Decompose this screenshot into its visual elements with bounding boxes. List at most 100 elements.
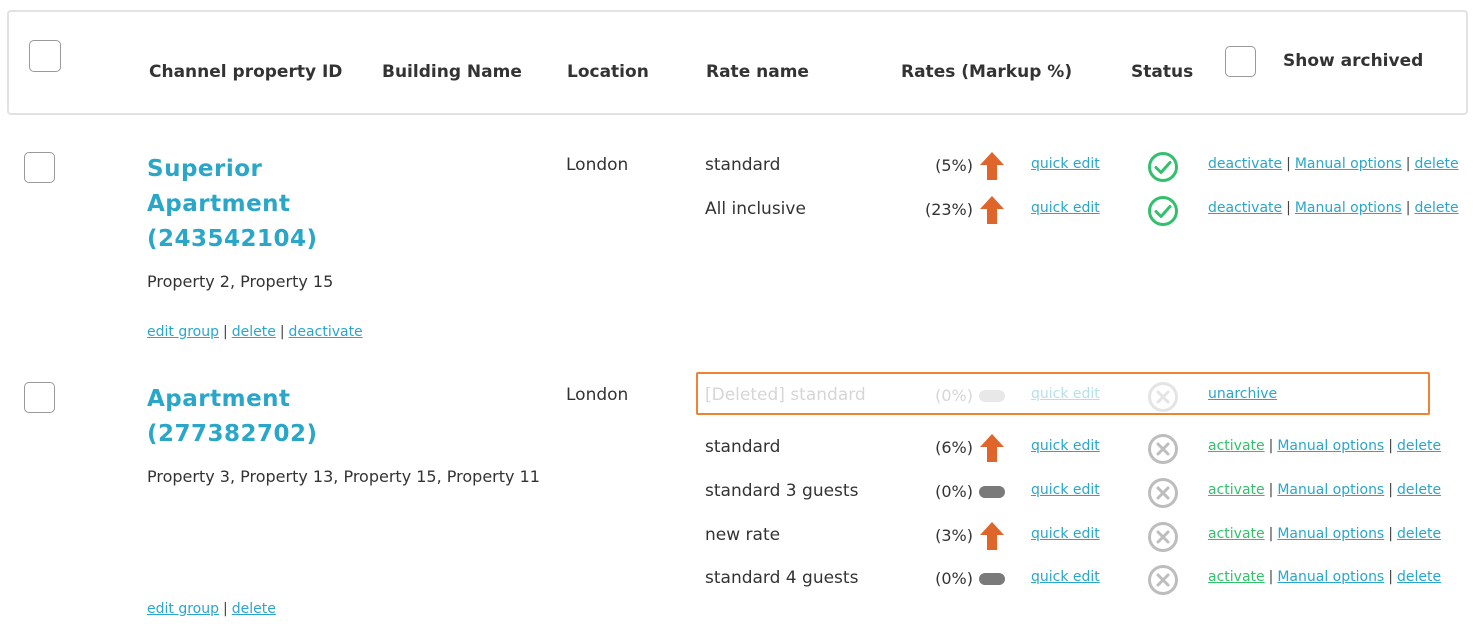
quick-edit-link[interactable]: quick edit bbox=[1031, 482, 1100, 498]
rate-row: standard 3 guests (0%) quick edit activa… bbox=[0, 476, 1473, 516]
up-arrow-icon bbox=[980, 196, 1004, 224]
activate-rate-link[interactable]: activate bbox=[1208, 569, 1265, 585]
delete-rate-link[interactable]: delete bbox=[1397, 482, 1441, 498]
rate-markup: (3%) bbox=[935, 526, 973, 545]
delete-rate-link[interactable]: delete bbox=[1397, 438, 1441, 454]
property-links: edit group | delete bbox=[147, 601, 276, 617]
rate-row: standard (6%) quick edit activate | Manual… bbox=[0, 432, 1473, 472]
neutral-pill-icon bbox=[979, 390, 1005, 402]
rate-name: standard 3 guests bbox=[705, 481, 859, 501]
col-header-channel-property-id: Channel property ID bbox=[149, 62, 343, 82]
rate-name: standard bbox=[705, 437, 781, 457]
up-arrow-icon bbox=[980, 522, 1004, 550]
col-header-status: Status bbox=[1131, 62, 1194, 82]
link-separator: | bbox=[1388, 569, 1393, 585]
deleted-x-icon bbox=[1148, 382, 1178, 412]
col-header-building-name: Building Name bbox=[382, 62, 522, 82]
rate-markup: (0%) bbox=[935, 386, 973, 405]
delete-link[interactable]: delete bbox=[232, 601, 276, 617]
rate-actions: activate | Manual options | delete bbox=[1208, 526, 1441, 542]
col-header-location: Location bbox=[567, 62, 649, 82]
inactive-x-icon[interactable] bbox=[1147, 564, 1179, 596]
link-separator: | bbox=[1388, 438, 1393, 454]
up-arrow-icon bbox=[980, 152, 1004, 180]
col-header-rate-name: Rate name bbox=[706, 62, 809, 82]
manual-options-link[interactable]: Manual options bbox=[1277, 482, 1384, 498]
quick-edit-link[interactable]: quick edit bbox=[1031, 569, 1100, 585]
rate-markup: (6%) bbox=[935, 438, 973, 457]
edit-group-link[interactable]: edit group bbox=[147, 324, 219, 340]
link-separator: | bbox=[1405, 156, 1411, 172]
link-separator: | bbox=[223, 601, 228, 617]
up-arrow-icon bbox=[980, 434, 1004, 462]
active-check-icon[interactable] bbox=[1147, 195, 1179, 227]
delete-rate-link[interactable]: delete bbox=[1414, 156, 1458, 172]
rate-name: new rate bbox=[705, 525, 781, 545]
link-separator: | bbox=[1286, 200, 1291, 216]
show-archived-checkbox[interactable] bbox=[1225, 46, 1256, 77]
quick-edit-link[interactable]: quick edit bbox=[1031, 156, 1100, 172]
link-separator: | bbox=[1286, 156, 1291, 172]
deactivate-rate-link[interactable]: deactivate bbox=[1208, 200, 1282, 216]
rate-markup: (23%) bbox=[924, 200, 973, 219]
link-separator: | bbox=[1268, 438, 1274, 454]
quick-edit-link[interactable]: quick edit bbox=[1031, 200, 1100, 216]
rate-markup: (0%) bbox=[935, 482, 973, 501]
table-header: Channel property ID Building Name Locati… bbox=[7, 10, 1468, 115]
delete-rate-link[interactable]: delete bbox=[1397, 569, 1441, 585]
inactive-x-icon[interactable] bbox=[1147, 433, 1179, 465]
delete-rate-link[interactable]: delete bbox=[1414, 200, 1458, 216]
quick-edit-link[interactable]: quick edit bbox=[1031, 386, 1100, 402]
link-separator: | bbox=[279, 324, 285, 340]
rate-actions: unarchive bbox=[1208, 386, 1277, 402]
activate-rate-link[interactable]: activate bbox=[1208, 526, 1265, 542]
activate-rate-link[interactable]: activate bbox=[1208, 438, 1265, 454]
inactive-x-icon[interactable] bbox=[1147, 521, 1179, 553]
select-all-checkbox[interactable] bbox=[29, 40, 61, 72]
link-separator: | bbox=[1268, 569, 1274, 585]
rate-actions: activate | Manual options | delete bbox=[1208, 569, 1441, 585]
rate-row: standard (5%) quick edit deactivate | Manu… bbox=[0, 150, 1473, 190]
activate-rate-link[interactable]: activate bbox=[1208, 482, 1265, 498]
unarchive-link[interactable]: unarchive bbox=[1208, 386, 1277, 402]
manual-options-link[interactable]: Manual options bbox=[1277, 438, 1384, 454]
rate-row: All inclusive (23%) quick edit deactivat… bbox=[0, 194, 1473, 234]
edit-group-link[interactable]: edit group bbox=[147, 601, 219, 617]
active-check-icon[interactable] bbox=[1147, 151, 1179, 183]
rate-row-deleted: [Deleted] standard (0%) quick edit unarc… bbox=[0, 380, 1473, 420]
link-separator: | bbox=[1268, 482, 1274, 498]
rate-row: standard 4 guests (0%) quick edit activa… bbox=[0, 563, 1473, 603]
delete-link[interactable]: delete bbox=[232, 324, 276, 340]
quick-edit-link[interactable]: quick edit bbox=[1031, 526, 1100, 542]
rate-actions: activate | Manual options | delete bbox=[1208, 482, 1441, 498]
property-links: edit group | delete | deactivate bbox=[147, 324, 363, 340]
neutral-pill-icon bbox=[979, 486, 1005, 498]
manual-options-link[interactable]: Manual options bbox=[1277, 569, 1384, 585]
link-separator: | bbox=[1268, 526, 1274, 542]
rate-name: All inclusive bbox=[705, 199, 806, 219]
quick-edit-link[interactable]: quick edit bbox=[1031, 438, 1100, 454]
rate-name: standard bbox=[705, 155, 781, 175]
rate-actions: deactivate | Manual options | delete bbox=[1208, 156, 1459, 172]
manual-options-link[interactable]: Manual options bbox=[1295, 200, 1402, 216]
show-archived-label: Show archived bbox=[1283, 51, 1424, 71]
delete-rate-link[interactable]: delete bbox=[1397, 526, 1441, 542]
inactive-x-icon[interactable] bbox=[1147, 477, 1179, 509]
rate-row: new rate (3%) quick edit activate | Manual… bbox=[0, 520, 1473, 560]
rate-markup: (0%) bbox=[935, 569, 973, 588]
property-subtitle: Property 2, Property 15 bbox=[147, 272, 334, 291]
rate-actions: deactivate | Manual options | delete bbox=[1208, 200, 1459, 216]
rate-name: [Deleted] standard bbox=[705, 385, 866, 405]
col-header-rates-markup: Rates (Markup %) bbox=[901, 62, 1073, 82]
deactivate-rate-link[interactable]: deactivate bbox=[1208, 156, 1282, 172]
manual-options-link[interactable]: Manual options bbox=[1295, 156, 1402, 172]
neutral-pill-icon bbox=[979, 573, 1005, 585]
link-separator: | bbox=[223, 324, 228, 340]
link-separator: | bbox=[1388, 482, 1393, 498]
deactivate-link[interactable]: deactivate bbox=[289, 324, 363, 340]
link-separator: | bbox=[1388, 526, 1393, 542]
link-separator: | bbox=[1405, 200, 1411, 216]
rate-actions: activate | Manual options | delete bbox=[1208, 438, 1441, 454]
rate-markup: (5%) bbox=[935, 156, 973, 175]
manual-options-link[interactable]: Manual options bbox=[1277, 526, 1384, 542]
